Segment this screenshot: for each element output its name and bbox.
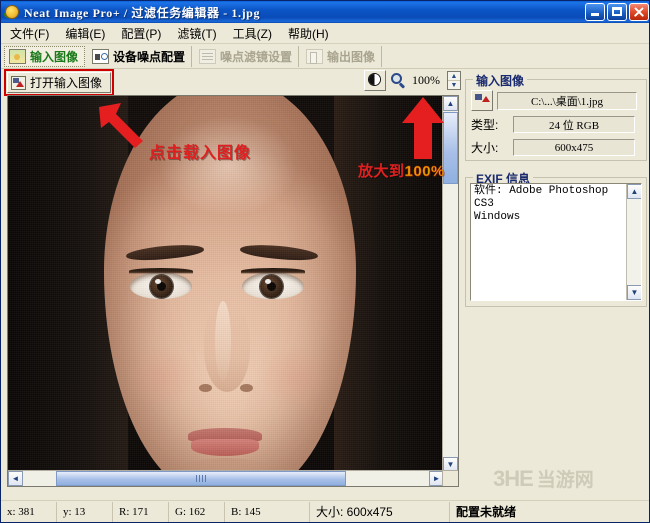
status-blue-value: B: 145 [225, 502, 310, 522]
image-icon [9, 49, 26, 64]
scroll-up-button[interactable]: ▲ [443, 96, 458, 111]
window-controls [585, 3, 649, 21]
tab-strip: 输入图像 设备噪点配置 噪点滤镜设置 输出图像 [1, 44, 650, 69]
application-window: Neat Image Pro+ / 过滤任务编辑器 - 1.jpg 文件(F) … [0, 0, 650, 523]
viewport-horizontal-scrollbar[interactable]: ◄ ► [8, 470, 444, 486]
tab-noise-filter-settings-label: 噪点滤镜设置 [220, 48, 292, 65]
menu-item-file[interactable]: 文件(F) [3, 23, 56, 44]
zoom-stepper[interactable]: ▲ ▼ [447, 71, 461, 90]
input-path-row: C:\...\桌面\1.jpg [471, 90, 637, 111]
tab-output-image-label: 输出图像 [327, 48, 375, 65]
input-image-group: 输入图像 C:\...\桌面\1.jpg 类型: 24 位 RGB 大小: 60… [465, 79, 647, 161]
menu-bar: 文件(F) 编辑(E) 配置(P) 滤镜(T) 工具(Z) 帮助(H) [1, 23, 650, 44]
exif-info-group: EXIF 信息 软件: Adobe Photoshop CS3 Windows … [465, 177, 647, 307]
horizontal-scroll-thumb[interactable] [56, 471, 346, 486]
status-cursor-y: y: 13 [57, 502, 113, 522]
menu-item-edit[interactable]: 编辑(E) [58, 23, 112, 44]
export-icon [306, 49, 323, 64]
image-viewport[interactable]: ▲ ▼ ◄ ► [7, 95, 459, 487]
brightness-contrast-icon[interactable] [364, 70, 386, 91]
status-bar: x: 381 y: 13 R: 171 G: 162 B: 145 大小: 60… [1, 500, 650, 522]
image-size-value: 600x475 [513, 139, 635, 156]
sliders-icon [199, 49, 216, 64]
menu-item-help[interactable]: 帮助(H) [281, 23, 336, 44]
open-input-image-label: 打开输入图像 [30, 74, 102, 91]
tab-device-noise-profile-label: 设备噪点配置 [113, 48, 185, 65]
exif-text-area[interactable]: 软件: Adobe Photoshop CS3 Windows ▲ ▼ [470, 183, 642, 301]
status-green-value: G: 162 [169, 502, 225, 522]
tab-noise-filter-settings[interactable]: 噪点滤镜设置 [195, 46, 299, 67]
menu-item-filter[interactable]: 滤镜(T) [170, 23, 223, 44]
maximize-button[interactable] [607, 3, 627, 21]
exif-vertical-scrollbar[interactable]: ▲ ▼ [626, 184, 641, 300]
scroll-left-button[interactable]: ◄ [8, 471, 23, 486]
viewport-vertical-scrollbar[interactable]: ▲ ▼ [442, 96, 458, 472]
camera-icon [92, 49, 109, 64]
zoom-level-value: 100% [412, 73, 442, 88]
tab-device-noise-profile[interactable]: 设备噪点配置 [88, 46, 192, 67]
vertical-scroll-thumb[interactable] [443, 112, 458, 184]
status-image-size: 大小: 600x475 [310, 502, 450, 522]
image-type-value: 24 位 RGB [513, 116, 635, 133]
input-image-group-title: 输入图像 [473, 72, 527, 89]
exif-scroll-up-button[interactable]: ▲ [627, 184, 642, 199]
magnifier-icon[interactable] [391, 73, 407, 89]
image-size-row: 大小: 600x475 [471, 139, 635, 156]
open-file-icon[interactable] [471, 90, 493, 111]
exif-scroll-down-button[interactable]: ▼ [627, 285, 642, 300]
zoom-controls: 100% ▲ ▼ [364, 70, 461, 91]
tab-output-image[interactable]: 输出图像 [302, 46, 382, 67]
status-message: 配置未就绪 [450, 502, 650, 522]
right-panel: 输入图像 C:\...\桌面\1.jpg 类型: 24 位 RGB 大小: 60… [465, 69, 647, 489]
tab-input-image[interactable]: 输入图像 [4, 46, 85, 67]
zoom-stepper-up[interactable]: ▲ [448, 72, 460, 81]
title-bar: Neat Image Pro+ / 过滤任务编辑器 - 1.jpg [1, 1, 650, 23]
image-type-label: 类型: [471, 116, 513, 133]
menu-item-profile[interactable]: 配置(P) [114, 23, 168, 44]
close-button[interactable] [629, 3, 649, 21]
scrollbar-corner [442, 470, 458, 486]
open-image-icon [11, 76, 26, 90]
window-title: Neat Image Pro+ / 过滤任务编辑器 - 1.jpg [24, 4, 260, 21]
image-type-row: 类型: 24 位 RGB [471, 116, 635, 133]
exif-text-content: 软件: Adobe Photoshop CS3 Windows [474, 185, 624, 224]
input-file-path: C:\...\桌面\1.jpg [497, 92, 637, 110]
menu-item-tools[interactable]: 工具(Z) [226, 23, 279, 44]
open-image-highlight: 打开输入图像 [4, 69, 114, 96]
input-image-preview[interactable] [8, 96, 444, 472]
sunflower-icon [4, 4, 20, 20]
open-input-image-button[interactable]: 打开输入图像 [7, 72, 111, 93]
status-cursor-x: x: 381 [1, 502, 57, 522]
minimize-button[interactable] [585, 3, 605, 21]
zoom-stepper-down[interactable]: ▼ [448, 81, 460, 89]
tab-input-image-label: 输入图像 [30, 48, 78, 65]
image-size-label: 大小: [471, 139, 513, 156]
status-red-value: R: 171 [113, 502, 169, 522]
